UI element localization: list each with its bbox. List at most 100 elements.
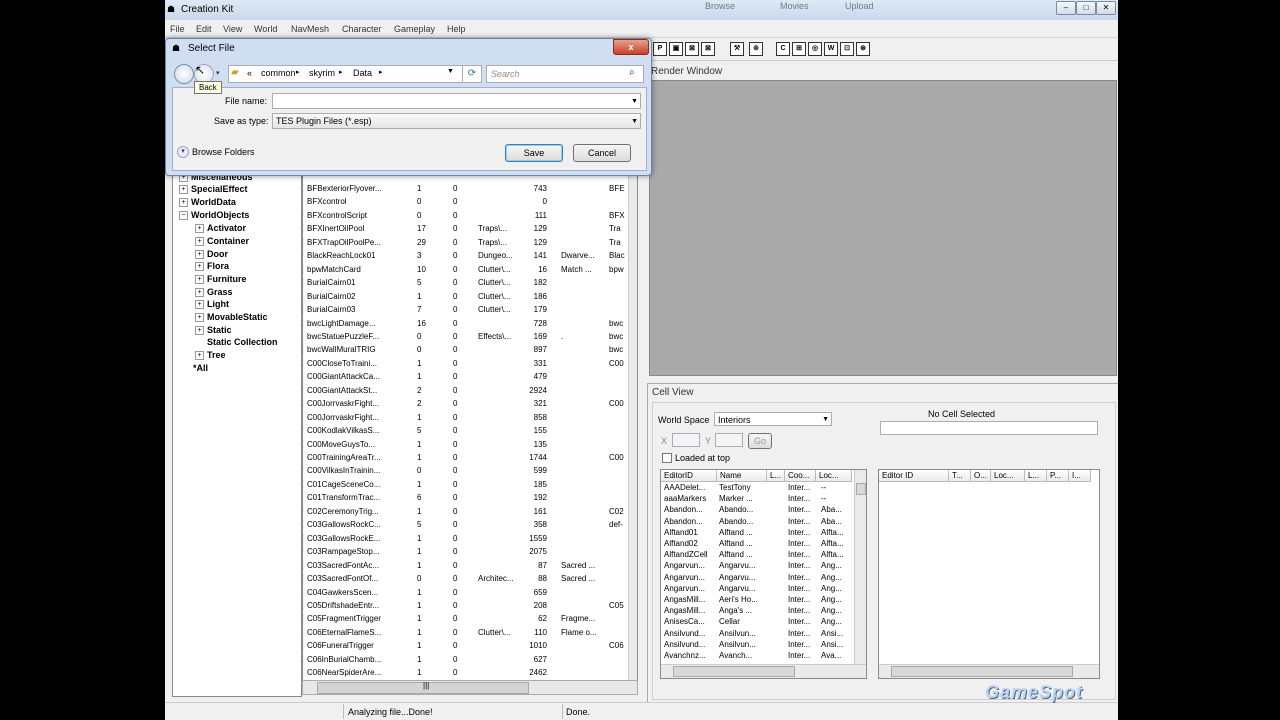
tree-item-tree[interactable]: + Tree (195, 350, 226, 361)
maximize-button[interactable]: □ (1076, 1, 1096, 15)
cell-row[interactable]: Abandon... Abando... Inter... Aba... (661, 505, 853, 516)
cell-row[interactable]: Ansilvund... Ansilvun... Inter... Ansi... (661, 629, 853, 640)
cell-row[interactable]: Alftand01 Alftand ... Inter... Alfta... (661, 528, 853, 539)
toolbar-button-p[interactable]: P (653, 42, 667, 56)
go-button[interactable]: Go (748, 433, 772, 449)
object-row[interactable]: C01TransformTrac... 6 0 192 ⁅ (303, 492, 637, 505)
object-row[interactable]: BFXTrapOilPoolPe... 29 0 Traps\... 129 Tra ⁅ (303, 237, 637, 250)
expand-icon[interactable]: + (195, 262, 204, 272)
toolbar-button-4[interactable]: ⊠ (701, 42, 715, 56)
tree-item-worldobjects[interactable]: − WorldObjects (179, 210, 249, 221)
cell-row[interactable]: AngasMill... Aeri's Ho... Inter... Ang... (661, 595, 853, 606)
x-coord-input[interactable] (672, 433, 700, 447)
reference-list[interactable]: Editor ID T... O... Loc... L... P... I..… (878, 469, 1100, 679)
cell-row[interactable]: Ansilvund... Ansilvun... Inter... Ansi... (661, 640, 853, 651)
tree-item-grass[interactable]: + Grass (195, 287, 233, 298)
breadcrumb-separator-icon[interactable]: ▸ (339, 68, 343, 76)
toolbar-button-9[interactable]: ◎ (808, 42, 822, 56)
breadcrumb-common[interactable]: common (261, 68, 296, 78)
menu-edit[interactable]: Edit (196, 24, 212, 34)
object-row[interactable]: C01CageSceneCo... 1 0 185 ⁅ (303, 479, 637, 492)
expand-icon[interactable]: + (195, 300, 204, 310)
menu-file[interactable]: File (170, 24, 185, 34)
object-row[interactable]: BFXcontrol 0 0 0 ⁅ (303, 196, 637, 209)
search-icon[interactable]: ⌕ (629, 67, 635, 78)
dialog-close-button[interactable]: x (613, 39, 649, 55)
render-viewport[interactable] (649, 80, 1117, 376)
search-input[interactable]: Search ⌕ (486, 65, 644, 83)
tree-item-light[interactable]: + Light (195, 299, 229, 310)
file-name-input[interactable]: ▼ (272, 93, 641, 109)
collapse-icon[interactable]: − (179, 211, 188, 221)
toolbar-button-w[interactable]: W (824, 42, 838, 56)
object-row[interactable]: C00KodlakVilkasS... 5 0 155 ⁅ (303, 425, 637, 438)
browse-folders-link[interactable]: Browse Folders (192, 147, 255, 157)
col-header-editorid[interactable]: EditorID (661, 470, 717, 482)
cell-list[interactable]: EditorID Name L... Coo... Loc... AAADele… (660, 469, 867, 679)
object-row[interactable]: BFXcontrolScript 0 0 111 BFX ⁅ (303, 210, 637, 223)
expand-icon[interactable]: + (179, 185, 188, 195)
object-list-hscroll[interactable]: ||| (302, 680, 638, 695)
scroll-thumb[interactable] (673, 666, 795, 677)
cell-name-field[interactable] (880, 421, 1098, 435)
save-type-select[interactable]: TES Plugin Files (*.esp) ▼ (272, 113, 641, 129)
expand-icon[interactable]: + (195, 275, 204, 285)
object-row[interactable]: C06NearSpiderAre... 1 0 2462 ⁅ (303, 667, 637, 680)
object-row[interactable]: C00JorrvaskrFight... 2 0 321 C00 ⁅ (303, 398, 637, 411)
expand-icon[interactable]: + (195, 224, 204, 234)
object-row[interactable]: C04GawkersScen... 1 0 659 ⁅ (303, 587, 637, 600)
loaded-at-top-checkbox[interactable] (662, 453, 672, 463)
expand-icon[interactable]: + (195, 237, 204, 247)
cell-row[interactable]: Angarvun... Angarvu... Inter... Ang... (661, 584, 853, 595)
col-header-p[interactable]: P... (1047, 470, 1069, 482)
object-row[interactable]: C00GiantAttackSt... 2 0 2924 ⁅ (303, 385, 637, 398)
reference-list-hscroll[interactable] (879, 664, 1099, 678)
object-list[interactable]: BFBexteriorFlyover...10743BFE⁅BFXcontrol… (302, 172, 638, 682)
breadcrumb-separator-icon[interactable]: ▸ (379, 68, 383, 76)
col-header-l2[interactable]: L... (1025, 470, 1047, 482)
object-category-tree[interactable]: + Miscellaneous + SpecialEffect + WorldData… (172, 172, 302, 697)
expand-icon[interactable]: + (195, 351, 204, 361)
object-row[interactable]: C06InBurialChamb... 1 0 627 ⁅ (303, 654, 637, 667)
expand-icon[interactable]: + (195, 288, 204, 298)
tree-item-all[interactable]: *All (193, 363, 208, 373)
browse-folders-toggle-icon[interactable]: ▾ (177, 146, 189, 158)
expand-icon[interactable]: + (179, 198, 188, 208)
menu-character[interactable]: Character (342, 24, 382, 34)
cell-row[interactable]: Alftand02 Alftand ... Inter... Alfta... (661, 539, 853, 550)
cell-row[interactable]: Angarvun... Angarvu... Inter... Ang... (661, 561, 853, 572)
object-row[interactable]: C02CeremonyTrig... 1 0 161 C02 ⁅ (303, 506, 637, 519)
tree-item-specialeffect[interactable]: + SpecialEffect (179, 184, 248, 195)
menu-help[interactable]: Help (447, 24, 466, 34)
recent-locations-chevron-icon[interactable]: ▾ (216, 69, 220, 77)
breadcrumb-skyrim[interactable]: skyrim (309, 68, 335, 78)
tree-item-container[interactable]: + Container (195, 236, 249, 247)
chevron-down-icon[interactable]: ▼ (447, 68, 454, 75)
close-button[interactable]: ✕ (1096, 1, 1116, 15)
back-button[interactable] (174, 64, 194, 84)
col-header-type[interactable]: T... (949, 470, 971, 482)
cell-row[interactable]: Abandon... Abando... Inter... Aba... (661, 517, 853, 528)
object-row[interactable]: bpwMatchCard 10 0 Clutter\... 16 Match ... bpw… (303, 264, 637, 277)
object-list-vscroll[interactable] (628, 173, 637, 681)
object-row[interactable]: C06EternalFlameS... 1 0 Clutter\... 110 Flame… (303, 627, 637, 640)
tree-item-flora[interactable]: + Flora (195, 261, 229, 272)
save-button[interactable]: Save (505, 144, 563, 162)
object-row[interactable]: bwcWallMuralTRIG 0 0 897 bwc ⁅ (303, 344, 637, 357)
object-row[interactable]: C05FragmentTrigger 1 0 62 Fragme... ⁅ (303, 613, 637, 626)
col-header-location[interactable]: Loc... (991, 470, 1025, 482)
breadcrumb-overflow[interactable]: « (247, 68, 252, 78)
worldspace-select[interactable]: Interiors ▼ (714, 412, 832, 426)
cell-row[interactable]: Avanchnz... Avanch... Inter... Ava... (661, 651, 853, 662)
object-row[interactable]: C03SacredFontOf... 0 0 Architec... 88 Sacred … (303, 573, 637, 586)
tree-item-furniture[interactable]: + Furniture (195, 274, 247, 285)
object-row[interactable]: C00GiantAttackCa... 1 0 479 ⁅ (303, 371, 637, 384)
cell-row[interactable]: AngasMill... Anga's ... Inter... Ang... (661, 606, 853, 617)
toolbar-button-2[interactable]: ▣ (669, 42, 683, 56)
object-row[interactable]: C00MoveGuysTo... 1 0 135 ⁅ (303, 439, 637, 452)
object-row[interactable]: C03SacredFontAc... 1 0 87 Sacred ... ⁅ (303, 560, 637, 573)
toolbar-button-5[interactable]: ⚒ (730, 42, 744, 56)
chevron-down-icon[interactable]: ▼ (631, 95, 638, 109)
cell-list-hscroll[interactable] (661, 664, 866, 678)
cell-row[interactable]: AAADelet... TestTony Inter... -- (661, 483, 853, 494)
